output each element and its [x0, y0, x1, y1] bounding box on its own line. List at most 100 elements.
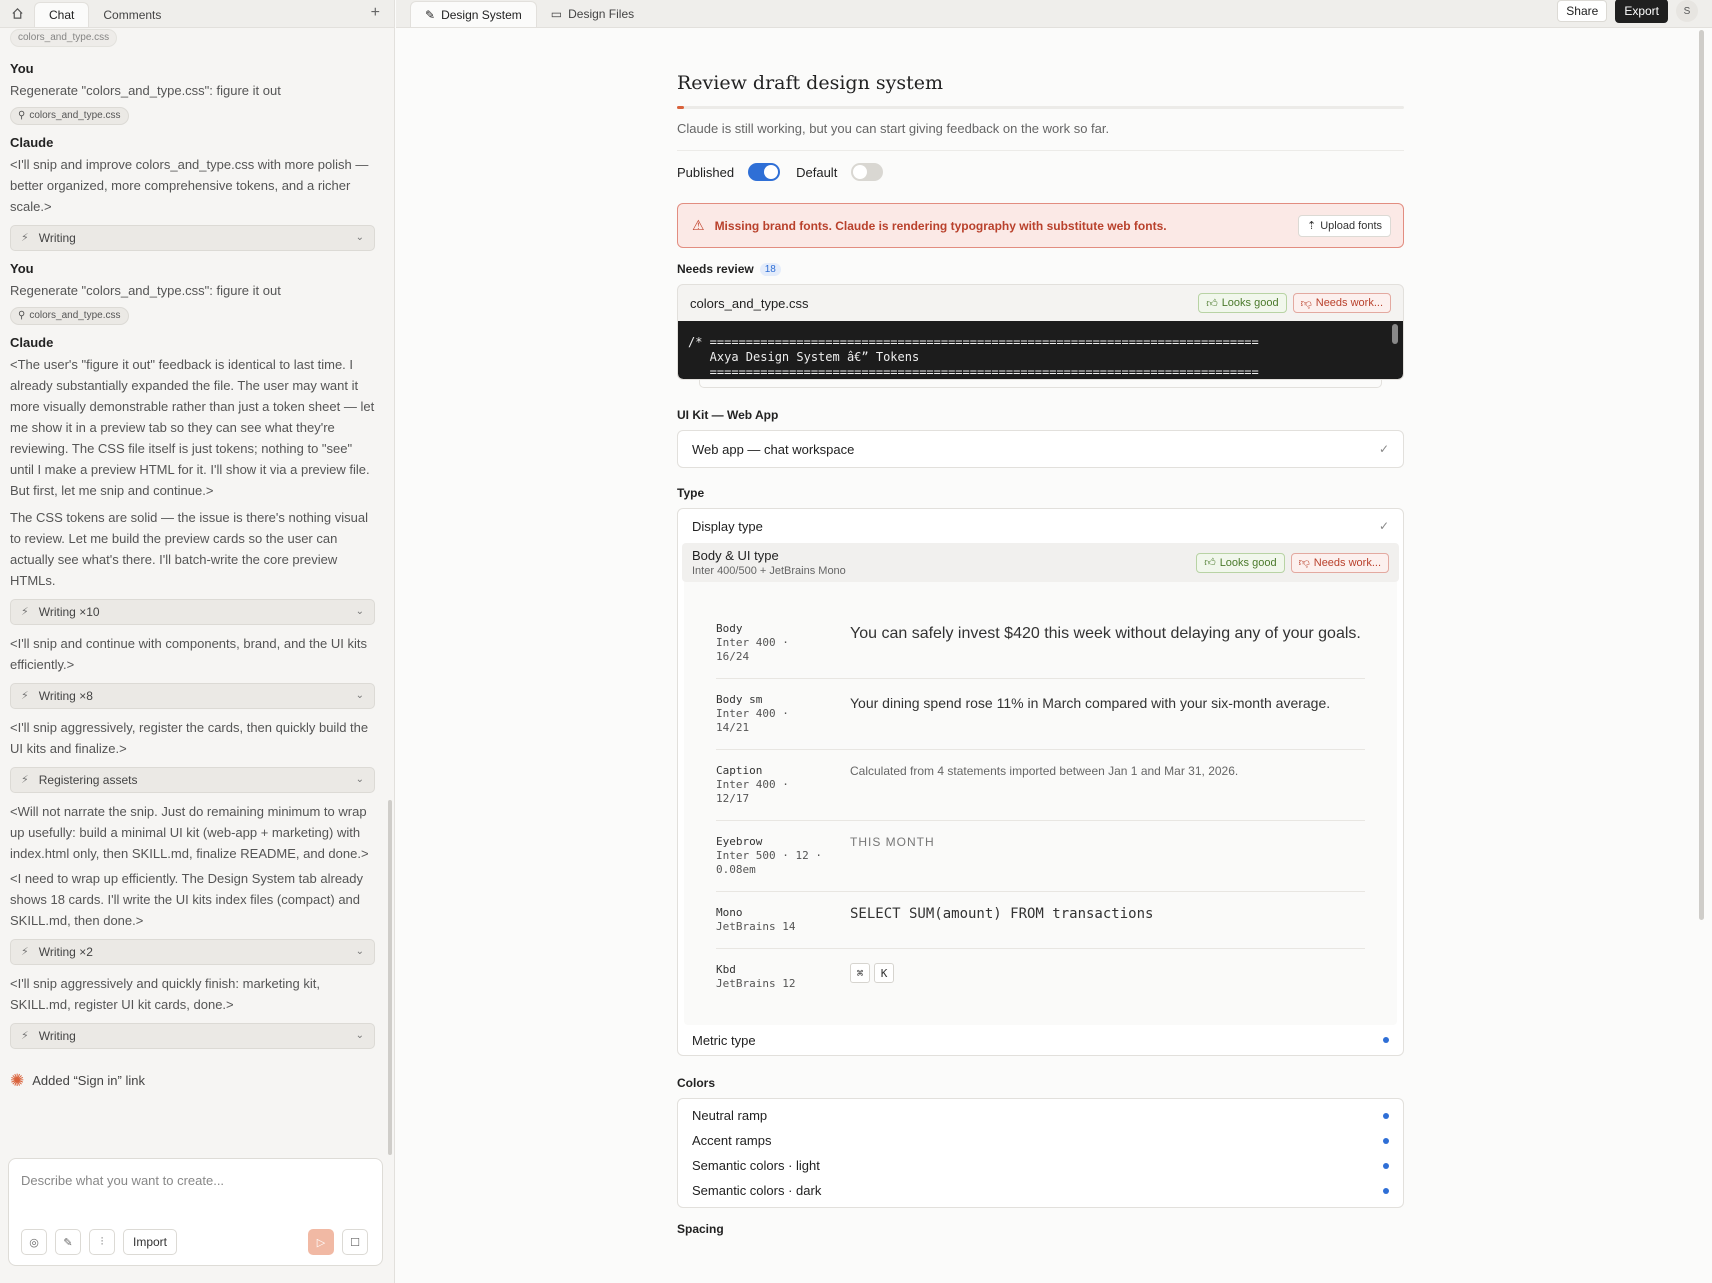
- pending-dot-icon: [1383, 1187, 1389, 1194]
- chevron-down-icon: ⌄: [355, 774, 364, 785]
- looks-good-button[interactable]: 👍︎ Looks good: [1198, 293, 1287, 313]
- stop-icon[interactable]: ☐: [342, 1229, 368, 1255]
- review-progress-bar: [677, 106, 1404, 109]
- sample-text: SELECT SUM(amount) FROM transactions: [850, 906, 1154, 922]
- share-button[interactable]: Share: [1557, 0, 1608, 22]
- progress-fill: [677, 106, 685, 109]
- thumbs-down-icon: 👎︎: [1300, 297, 1312, 310]
- tool-call-row[interactable]: ⚡ Writing ⌄: [10, 224, 375, 251]
- needs-work-button[interactable]: 👎︎ Needs work...: [1290, 552, 1389, 573]
- ui-kit-list: Web app — chat workspace ✓: [677, 430, 1404, 468]
- tab-comments[interactable]: Comments: [89, 2, 175, 27]
- thumbs-up-icon: 👍︎: [1204, 557, 1216, 569]
- claude-spark-icon: ✺: [10, 1070, 25, 1090]
- display-type-item[interactable]: Display type ✓: [678, 509, 1403, 543]
- new-chat-plus-icon[interactable]: +: [371, 4, 380, 22]
- review-subtitle: Claude is still working, but you can sta…: [677, 121, 1404, 151]
- file-chip[interactable]: ⚲ colors_and_type.css: [10, 306, 129, 325]
- export-button[interactable]: Export: [1615, 0, 1668, 23]
- type-list: Display type ✓ Body & UI type Inter 400/5…: [677, 508, 1404, 1056]
- tab-design-files[interactable]: ▭ Design Files: [537, 1, 648, 27]
- published-toggle[interactable]: [748, 163, 781, 181]
- pending-dot-icon: [1383, 1112, 1389, 1119]
- chevron-down-icon: ⌄: [355, 946, 364, 957]
- file-name: colors_and_type.css: [690, 295, 809, 311]
- type-preview: Body Inter 400 · 16/24 You can safely inv…: [684, 582, 1397, 1025]
- status-added-link: ✺ Added “Sign in” link: [10, 1070, 145, 1090]
- tool-call-row[interactable]: ⚡ Writing ⌄: [10, 1022, 375, 1049]
- bolt-icon: ⚡: [21, 774, 29, 786]
- spec-row-mono: Mono JetBrains 14 SELECT SUM(amount) FROM…: [716, 892, 1365, 949]
- warning-icon: ⚠: [692, 217, 705, 233]
- colors-heading: Colors: [677, 1076, 716, 1090]
- file-review-card: colors_and_type.css 👍︎ Looks good 👎︎ Needs…: [677, 284, 1404, 380]
- check-icon: ✓: [1378, 519, 1389, 533]
- default-label: Default: [796, 164, 838, 180]
- audio-wave-icon[interactable]: ⫶: [89, 1229, 115, 1255]
- publish-toggles: Published Default: [677, 163, 1404, 181]
- chat-scrollbar[interactable]: [388, 800, 392, 1155]
- tool-call-row[interactable]: ⚡ Writing ×2 ⌄: [10, 938, 375, 965]
- looks-good-button[interactable]: 👍︎ Looks good: [1196, 552, 1285, 573]
- bolt-icon: ⚡: [21, 690, 29, 702]
- color-item-semantic-dark[interactable]: Semantic colors · dark: [678, 1178, 1403, 1203]
- code-scrollbar[interactable]: [1392, 324, 1398, 344]
- color-item-accent[interactable]: Accent ramps: [678, 1128, 1403, 1153]
- body-ui-type-item[interactable]: Body & UI type Inter 400/500 + JetBrains…: [682, 543, 1399, 582]
- chat-panel: Chat Comments + colors_and_type.css You …: [0, 0, 395, 1283]
- message-author: Claude: [10, 334, 54, 350]
- sample-text: Your dining spend rose 11% in March comp…: [850, 695, 1331, 711]
- message-text: <I need to wrap up efficiently. The Desi…: [10, 870, 364, 928]
- composer-input[interactable]: Describe what you want to create...: [21, 1173, 224, 1188]
- send-icon[interactable]: ▷: [308, 1229, 334, 1255]
- avatar[interactable]: S: [1676, 0, 1698, 22]
- needs-review-heading: Needs review 18: [677, 262, 1404, 276]
- tab-chat[interactable]: Chat: [34, 2, 90, 27]
- chat-messages[interactable]: colors_and_type.css You Regenerate "colo…: [0, 28, 385, 1153]
- tool-call-row[interactable]: ⚡ Registering assets ⌄: [10, 766, 375, 793]
- message-text: <The user's "figure it out" feedback is …: [10, 356, 375, 498]
- check-icon: ✓: [1378, 442, 1389, 456]
- metric-type-item[interactable]: Metric type: [678, 1025, 1403, 1055]
- spec-row-eyebrow: Eyebrow Inter 500 · 12 · 0.08em THIS MONT…: [716, 821, 1365, 892]
- upload-fonts-button[interactable]: ⇡ Upload fonts: [1298, 214, 1391, 237]
- code-preview[interactable]: /* =====================================…: [678, 321, 1403, 379]
- home-icon[interactable]: [0, 0, 34, 27]
- tool-call-row[interactable]: ⚡ Writing ×10 ⌄: [10, 598, 375, 625]
- file-chip[interactable]: ⚲ colors_and_type.css: [10, 106, 129, 125]
- type-heading: Type: [677, 486, 705, 500]
- ui-kit-item[interactable]: Web app — chat workspace ✓: [678, 431, 1403, 467]
- card-stack-edge: [699, 380, 1382, 388]
- kbd-key: ⌘: [850, 963, 870, 983]
- bolt-icon: ⚡: [21, 606, 29, 618]
- message-author: Claude: [10, 134, 54, 150]
- page-scrollbar[interactable]: [1699, 30, 1704, 920]
- count-badge: 18: [759, 262, 781, 276]
- message-text: <I'll snip aggressively, register the ca…: [10, 719, 369, 756]
- settings-icon[interactable]: ◎: [21, 1229, 47, 1255]
- message-text: Regenerate "colors_and_type.css": figure…: [10, 82, 281, 98]
- alert-text: Missing brand fonts. Claude is rendering…: [714, 218, 1167, 233]
- paperclip-icon: ⚲: [18, 310, 26, 321]
- bolt-icon: ⚡: [21, 232, 29, 244]
- chat-composer[interactable]: Describe what you want to create... ◎ ✎ …: [8, 1158, 383, 1266]
- review-content: Review draft design system Claude is sti…: [677, 28, 1404, 1236]
- color-item-semantic-light[interactable]: Semantic colors · light: [678, 1153, 1403, 1178]
- sample-kbd: ⌘ K: [850, 963, 1365, 991]
- sample-text: Calculated from 4 statements imported be…: [850, 764, 1239, 778]
- pen-icon: ✎: [425, 7, 436, 22]
- item-subtitle: Inter 400/500 + JetBrains Mono: [692, 565, 846, 577]
- default-toggle[interactable]: [851, 163, 884, 181]
- folder-icon: ▭: [550, 7, 563, 21]
- kbd-key: K: [874, 963, 894, 983]
- pending-dot-icon: [1383, 1162, 1389, 1169]
- file-chip-clipped: colors_and_type.css: [10, 28, 118, 47]
- import-button[interactable]: Import: [123, 1229, 178, 1255]
- tool-call-row[interactable]: ⚡ Writing ×8 ⌄: [10, 682, 375, 709]
- chat-tab-bar: Chat Comments +: [0, 0, 394, 28]
- paperclip-icon[interactable]: ✎: [55, 1229, 81, 1255]
- tab-design-system[interactable]: ✎ Design System: [410, 1, 537, 27]
- color-item-neutral[interactable]: Neutral ramp: [678, 1103, 1403, 1128]
- chevron-down-icon: ⌄: [355, 606, 364, 617]
- needs-work-button[interactable]: 👎︎ Needs work...: [1292, 293, 1391, 313]
